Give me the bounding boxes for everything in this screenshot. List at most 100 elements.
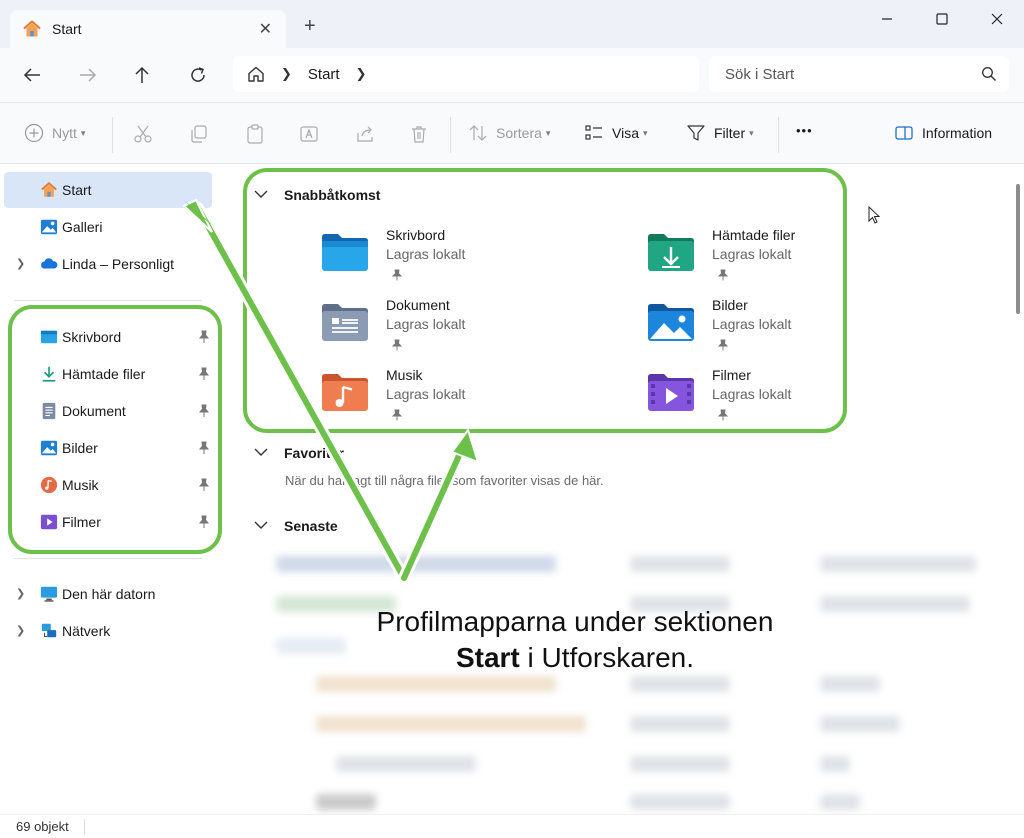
caption-line-2: Start i Utforskaren. — [330, 640, 820, 676]
sidebar-item-onedrive[interactable]: ❯ Linda – Personligt — [4, 246, 212, 282]
recent-file-row[interactable] — [820, 596, 970, 612]
mouse-cursor-icon — [868, 206, 881, 224]
details-pane-icon — [895, 126, 913, 140]
arrow-left-icon — [23, 68, 40, 82]
new-tab-button[interactable]: + — [304, 16, 316, 36]
favorites-empty-message: När du har lagt till några filer som fav… — [285, 473, 604, 488]
recent-file-row[interactable] — [820, 676, 880, 692]
home-icon — [41, 182, 57, 197]
share-button[interactable] — [354, 123, 376, 145]
sidebar-item-network[interactable]: ❯ Nätverk — [4, 613, 212, 649]
breadcrumb-chevron-icon[interactable]: ❯ — [356, 66, 367, 82]
tab-label: Start — [52, 21, 82, 37]
new-label: Nytt — [52, 125, 77, 141]
section-heading: Favoriter — [284, 445, 344, 461]
search-placeholder: Sök i Start — [725, 65, 795, 83]
filter-label: Filter — [714, 125, 746, 141]
recent-file-row[interactable] — [316, 676, 556, 692]
delete-button[interactable] — [408, 123, 430, 145]
more-icon: ••• — [796, 123, 813, 138]
minimize-icon — [882, 18, 892, 20]
new-button[interactable]: Nytt ▾ — [24, 123, 85, 143]
close-tab-icon[interactable]: ✕ — [259, 19, 272, 39]
close-icon — [991, 13, 1003, 25]
breadcrumb-chevron-icon[interactable]: ❯ — [281, 66, 292, 82]
sidebar-item-gallery[interactable]: Galleri — [4, 209, 212, 245]
address-bar[interactable]: ❯ Start ❯ — [233, 56, 699, 92]
copy-icon — [191, 125, 207, 143]
sidebar-item-label: Nätverk — [62, 623, 111, 639]
cut-button[interactable] — [132, 123, 154, 145]
rename-icon — [300, 126, 318, 142]
arrow-right-icon — [80, 68, 97, 82]
expand-chevron-icon[interactable]: ❯ — [16, 257, 25, 270]
divider — [450, 117, 451, 153]
recent-file-row[interactable] — [820, 716, 900, 732]
sidebar-item-label: Den här datorn — [62, 586, 156, 602]
navigation-bar: ❯ Start ❯ Sök i Start — [0, 48, 1024, 102]
gallery-icon — [40, 219, 58, 235]
recent-file-row[interactable] — [820, 756, 850, 772]
view-button[interactable]: Visa ▾ — [584, 123, 648, 143]
recent-file-row[interactable] — [276, 556, 556, 572]
refresh-button[interactable] — [184, 62, 212, 88]
section-heading: Senaste — [284, 518, 338, 534]
up-button[interactable] — [128, 62, 156, 88]
rename-button[interactable] — [298, 123, 320, 145]
sort-button[interactable]: Sortera ▾ — [468, 123, 550, 143]
chevron-down-icon[interactable] — [254, 520, 268, 530]
breadcrumb-start[interactable]: Start — [308, 66, 340, 83]
divider — [778, 117, 779, 153]
caption-rest: i Utforskaren. — [519, 642, 695, 673]
recent-file-row[interactable] — [316, 794, 376, 810]
section-favorites[interactable]: Favoriter — [254, 445, 344, 461]
paste-button[interactable] — [244, 123, 266, 145]
home-icon — [23, 20, 41, 37]
recent-file-row[interactable] — [630, 794, 730, 810]
copy-button[interactable] — [188, 123, 210, 145]
search-icon — [982, 67, 996, 81]
maximize-icon — [936, 13, 948, 25]
recent-file-row[interactable] — [630, 556, 730, 572]
divider — [14, 300, 202, 301]
home-outline-icon[interactable] — [247, 65, 265, 83]
expand-chevron-icon[interactable]: ❯ — [16, 624, 25, 637]
close-window-button[interactable] — [982, 8, 1012, 30]
search-input[interactable]: Sök i Start — [709, 56, 1009, 92]
more-options-button[interactable]: ••• — [796, 123, 813, 138]
maximize-button[interactable] — [927, 8, 957, 30]
recent-file-row[interactable] — [820, 794, 860, 810]
sort-icon — [469, 125, 487, 141]
sidebar-item-start[interactable]: Start — [4, 172, 212, 208]
recent-file-row[interactable] — [630, 716, 730, 732]
refresh-icon — [191, 67, 205, 82]
filter-button[interactable]: Filter ▾ — [686, 123, 754, 143]
section-recent[interactable]: Senaste — [254, 518, 338, 534]
recent-file-row[interactable] — [316, 716, 586, 732]
recent-file-row[interactable] — [630, 756, 730, 772]
status-bar: 69 objekt — [0, 814, 1024, 838]
trash-icon — [412, 126, 426, 143]
recent-file-row[interactable] — [630, 676, 730, 692]
view-list-icon — [585, 125, 602, 140]
tab-start[interactable]: Start ✕ — [10, 10, 286, 48]
chevron-down-icon[interactable] — [254, 447, 268, 457]
plus-circle-icon — [24, 123, 44, 143]
expand-chevron-icon[interactable]: ❯ — [16, 587, 25, 600]
recent-file-row[interactable] — [336, 756, 476, 772]
recent-file-row[interactable] — [820, 556, 976, 572]
scissors-icon — [134, 125, 152, 143]
vertical-scrollbar[interactable] — [1016, 184, 1020, 314]
divider — [84, 819, 85, 835]
annotation-caption: Profilmapparna under sektionen Start i U… — [330, 604, 820, 676]
caption-bold: Start — [455, 642, 520, 673]
item-count: 69 objekt — [16, 819, 69, 834]
details-pane-button[interactable]: Information — [894, 123, 992, 143]
sort-label: Sortera — [496, 125, 542, 141]
back-button[interactable] — [18, 62, 46, 88]
minimize-button[interactable] — [872, 8, 902, 30]
this-pc-icon — [40, 586, 58, 602]
forward-button[interactable] — [74, 62, 102, 88]
sidebar-item-label: Galleri — [62, 219, 103, 235]
sidebar-item-this-pc[interactable]: ❯ Den här datorn — [4, 576, 212, 612]
